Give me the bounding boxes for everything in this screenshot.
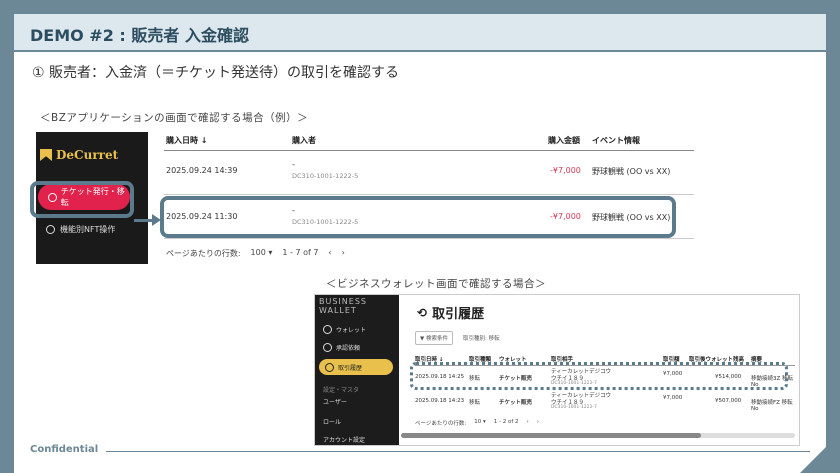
header-event: イベント情報 [592,136,640,145]
row-amount: -¥7,000 [550,166,581,175]
header-buyer: 購入者 [292,136,316,145]
highlight-wallet-row [410,362,788,390]
sidebar-section-label: 設定・マスタ [323,387,360,394]
sidebar-item-label: ウォレット [336,327,367,334]
filter-button[interactable]: ▼ 検索条件 [415,331,453,345]
row-summary: 移動接続FZ 移転No [751,400,793,412]
right-frame-bar [826,0,840,473]
row-buyer-id: DC310-1001-1222-5 [292,172,359,180]
approval-icon [323,343,332,352]
sidebar-item-approval[interactable]: 承認依頼 [323,343,360,352]
sidebar-item-label: ユーザー [323,399,347,406]
nft-icon [46,225,55,234]
slide-title: DEMO #2 : 販売者 入金確認 [30,26,249,45]
row-balance: ¥507,000 [715,398,742,404]
row-event: 野球観戦 (OO vs XX) [592,167,671,176]
logo-mark-icon [40,149,52,161]
footer-divider [106,451,810,452]
header-amount: 購入金額 [548,136,580,145]
header-date[interactable]: 購入日時 ↓ [166,135,208,146]
sidebar-item-label: 取引履歴 [338,364,363,372]
next-page-button[interactable]: › [342,248,345,259]
left-frame-bar [0,0,14,473]
sidebar-item-account[interactable]: アカウント設定 [323,435,365,444]
wallet-brand: BUSINESS WALLET [319,297,367,315]
prev-page-button[interactable]: ‹ [527,419,529,427]
arrow-head-icon [152,214,161,226]
sidebar-item-label: ロール [323,419,342,426]
rows-per-page-label: ページあたりの行数: [415,421,467,427]
highlight-transaction-row [160,196,676,238]
wallet-filter-bar: ▼ 検索条件 取引種別: 移転 [415,331,500,345]
row-party-id: DC310-1001-1222-7 [551,405,597,410]
table-row[interactable]: 2025.09.18 14:23 移転 チケット販売 ティーカレットデジコウ ウ… [415,391,795,413]
wallet-pagination: ページあたりの行数: 10 ▾ 1 - 2 of 2 ‹ › [415,419,539,427]
wallet-sidebar: BUSINESS WALLET ウォレット 承認依頼 取引履歴 設定・マスタ ユ… [315,295,399,445]
sidebar-item-wallet[interactable]: ウォレット [323,325,366,334]
page-range: 1 - 7 of 7 [282,248,319,257]
bz-caption: ＜BZアプリケーションの画面で確認する場合（例）＞ [40,112,309,124]
sidebar-item-label: 承認依頼 [336,345,361,352]
scrollbar-thumb[interactable] [401,433,701,438]
row-date: 2025.09.24 14:39 [166,166,238,175]
slide-subtitle: ① 販売者：入金済（＝チケット発送待）の取引を確認する [32,65,399,81]
bz-pagination: ページあたりの行数: 100 ▾ 1 - 7 of 7 ‹ › [166,248,345,259]
rows-per-page-label: ページあたりの行数: [166,249,241,258]
sidebar-item-label: 機能別NFT操作 [60,225,116,234]
table-row[interactable]: 2025.09.24 14:39 - DC310-1001-1222-5 -¥7… [164,150,694,195]
wallet-icon [323,325,332,334]
next-page-button[interactable]: › [537,419,539,427]
decurret-logo: DeCurret [40,148,118,162]
wallet-caption: ＜ビジネスウォレット画面で確認する場合＞ [326,278,546,290]
history-clock-icon: ⟲ [417,305,428,320]
table-header: 購入日時 ↓ 購入者 購入金額 イベント情報 [164,130,694,151]
corner-decoration [800,433,840,473]
sidebar-item-roles[interactable]: ロール [323,417,341,426]
highlight-sidebar-button [30,181,134,218]
filter-hint: 取引種別: 移転 [462,336,500,342]
row-wallet: チケット販売 [499,400,533,406]
sidebar-item-users[interactable]: ユーザー [323,397,347,406]
horizontal-scrollbar[interactable] [401,433,795,438]
row-type: 移転 [469,400,481,406]
title-bar: DEMO #2 : 販売者 入金確認 [14,14,826,52]
logo-text: DeCurret [56,148,119,162]
top-frame-bar [0,0,840,14]
rows-per-page-select[interactable]: 10 ▾ [474,419,486,427]
wallet-title-text: 取引履歴 [432,307,485,322]
sidebar-item-nft[interactable]: 機能別NFT操作 [46,224,115,235]
sidebar-item-history[interactable]: 取引履歴 [319,359,393,375]
rows-per-page-select[interactable]: 100 ▾ [251,248,273,259]
wallet-page-title: ⟲ 取引履歴 [417,303,485,323]
page-range: 1 - 2 of 2 [493,419,519,425]
sidebar-section-settings: 設定・マスタ [323,385,359,394]
row-date: 2025.09.18 14:23 [415,398,465,404]
confidential-label: Confidential [30,444,99,455]
history-icon [325,362,334,372]
row-amount: ¥7,000 [663,395,683,401]
sidebar-item-label: アカウント設定 [323,437,366,444]
row-buyer: - [292,160,295,169]
prev-page-button[interactable]: ‹ [328,248,331,259]
